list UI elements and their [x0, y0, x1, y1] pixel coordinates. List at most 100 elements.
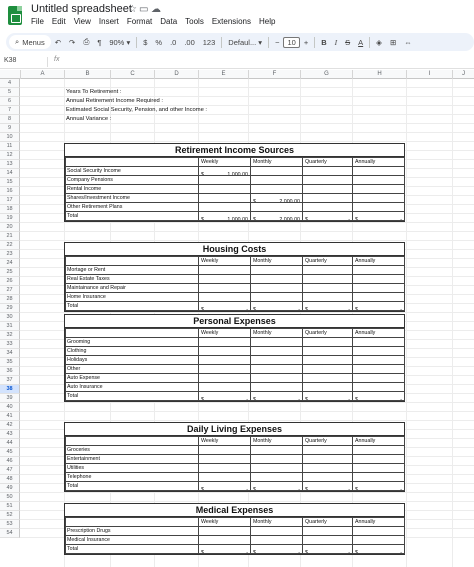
fill-color-icon[interactable]: ◈: [372, 38, 386, 47]
row-header[interactable]: 42: [0, 421, 20, 430]
cell-monthly[interactable]: [250, 283, 303, 293]
period-header[interactable]: Monthly: [250, 157, 303, 167]
cell-monthly[interactable]: [250, 382, 303, 392]
cell-weekly[interactable]: [198, 184, 251, 194]
column-header-g[interactable]: G: [300, 70, 352, 79]
cell-weekly[interactable]: [198, 265, 251, 275]
cell-monthly[interactable]: $ -: [250, 544, 303, 554]
row-label[interactable]: Total: [65, 391, 199, 401]
row-label[interactable]: Auto Expense: [65, 373, 199, 383]
cell-monthly[interactable]: $ -: [250, 391, 303, 401]
menu-help[interactable]: Help: [259, 17, 275, 26]
row-header[interactable]: 4: [0, 79, 20, 88]
cell-monthly[interactable]: [250, 274, 303, 284]
cell-quarterly[interactable]: [302, 337, 353, 347]
cell-annually[interactable]: [352, 346, 405, 356]
period-header[interactable]: Annually: [352, 256, 405, 266]
row-header[interactable]: 16: [0, 187, 20, 196]
cell-monthly[interactable]: $ -: [250, 481, 303, 491]
row-label[interactable]: Total: [65, 301, 199, 311]
row-label[interactable]: Home Insurance: [65, 292, 199, 302]
row-header[interactable]: 33: [0, 340, 20, 349]
row-header[interactable]: 20: [0, 223, 20, 232]
cell-quarterly[interactable]: [302, 202, 353, 212]
cell-quarterly[interactable]: $ -: [302, 544, 353, 554]
row-header[interactable]: 11: [0, 142, 20, 151]
period-header[interactable]: Weekly: [198, 256, 251, 266]
cell-annually[interactable]: $ -: [352, 301, 405, 311]
currency-format-button[interactable]: $: [139, 38, 151, 47]
name-box[interactable]: K38: [4, 57, 16, 64]
row-header[interactable]: 24: [0, 259, 20, 268]
row-header[interactable]: 38: [0, 385, 20, 394]
cell-quarterly[interactable]: [302, 373, 353, 383]
row-header[interactable]: 31: [0, 322, 20, 331]
zoom-select[interactable]: 90% ▾: [105, 38, 134, 47]
cell-monthly[interactable]: [250, 373, 303, 383]
cell-annually[interactable]: [352, 274, 405, 284]
row-header[interactable]: 13: [0, 160, 20, 169]
menu-data[interactable]: Data: [160, 17, 177, 26]
cell-weekly[interactable]: $ -: [198, 301, 251, 311]
period-header[interactable]: Weekly: [198, 157, 251, 167]
header-cell[interactable]: [65, 328, 199, 338]
row-label[interactable]: Auto Insurance: [65, 382, 199, 392]
period-header[interactable]: Quarterly: [302, 517, 353, 527]
row-header[interactable]: 45: [0, 448, 20, 457]
period-header[interactable]: Annually: [352, 157, 405, 167]
row-header[interactable]: 49: [0, 484, 20, 493]
percent-format-button[interactable]: %: [151, 38, 166, 47]
row-header[interactable]: 29: [0, 304, 20, 313]
cell-quarterly[interactable]: [302, 535, 353, 545]
print-icon[interactable]: ⎙: [79, 37, 93, 47]
cell-monthly[interactable]: [250, 535, 303, 545]
row-label[interactable]: Total: [65, 481, 199, 491]
cell-annually[interactable]: [352, 454, 405, 464]
cell-quarterly[interactable]: [302, 265, 353, 275]
cell-weekly[interactable]: [198, 355, 251, 365]
cell-quarterly[interactable]: [302, 346, 353, 356]
row-header[interactable]: 37: [0, 376, 20, 385]
row-label[interactable]: Social Security Income: [65, 166, 199, 176]
period-header[interactable]: Monthly: [250, 436, 303, 446]
row-header[interactable]: 46: [0, 457, 20, 466]
row-header[interactable]: 10: [0, 133, 20, 142]
font-size-input[interactable]: 10: [283, 36, 300, 48]
cell-annually[interactable]: [352, 193, 405, 203]
cell-monthly[interactable]: [250, 202, 303, 212]
cell-monthly[interactable]: $2,000.00: [250, 193, 303, 203]
row-label[interactable]: Company Pensions: [65, 175, 199, 185]
row-header[interactable]: 52: [0, 511, 20, 520]
text-color-icon[interactable]: A: [354, 38, 367, 47]
column-header-e[interactable]: E: [198, 70, 248, 79]
merge-cells-icon[interactable]: ⇔: [400, 38, 416, 47]
row-header[interactable]: 27: [0, 286, 20, 295]
header-cell[interactable]: [65, 157, 199, 167]
cell-quarterly[interactable]: [302, 283, 353, 293]
cell-quarterly[interactable]: $ -: [302, 391, 353, 401]
borders-icon[interactable]: ⊞: [386, 38, 400, 47]
cell-monthly[interactable]: [250, 445, 303, 455]
cell-quarterly[interactable]: [302, 463, 353, 473]
cell-weekly[interactable]: [198, 364, 251, 374]
select-all-corner[interactable]: [0, 70, 20, 79]
cell-annually[interactable]: [352, 535, 405, 545]
cell-weekly[interactable]: [198, 175, 251, 185]
menu-edit[interactable]: Edit: [52, 17, 66, 26]
menu-view[interactable]: View: [74, 17, 91, 26]
row-header[interactable]: 28: [0, 295, 20, 304]
cell-monthly[interactable]: $2,000.00: [250, 211, 303, 221]
cell-quarterly[interactable]: [302, 364, 353, 374]
row-header[interactable]: 7: [0, 106, 20, 115]
column-header-j[interactable]: J: [452, 70, 474, 79]
row-label[interactable]: Real Estate Taxes: [65, 274, 199, 284]
cell-quarterly[interactable]: [302, 445, 353, 455]
sheet-grid[interactable]: 4 5 6 7 8 9 10 11 12 13 14 15 16 17 18 19 20 21 22 23 24 25 26…: [0, 79, 474, 567]
period-header[interactable]: Annually: [352, 517, 405, 527]
row-label[interactable]: Other: [65, 364, 199, 374]
row-header[interactable]: 48: [0, 475, 20, 484]
cell-weekly[interactable]: [198, 535, 251, 545]
column-header-i[interactable]: I: [406, 70, 452, 79]
cell-monthly[interactable]: [250, 463, 303, 473]
cell-monthly[interactable]: [250, 184, 303, 194]
